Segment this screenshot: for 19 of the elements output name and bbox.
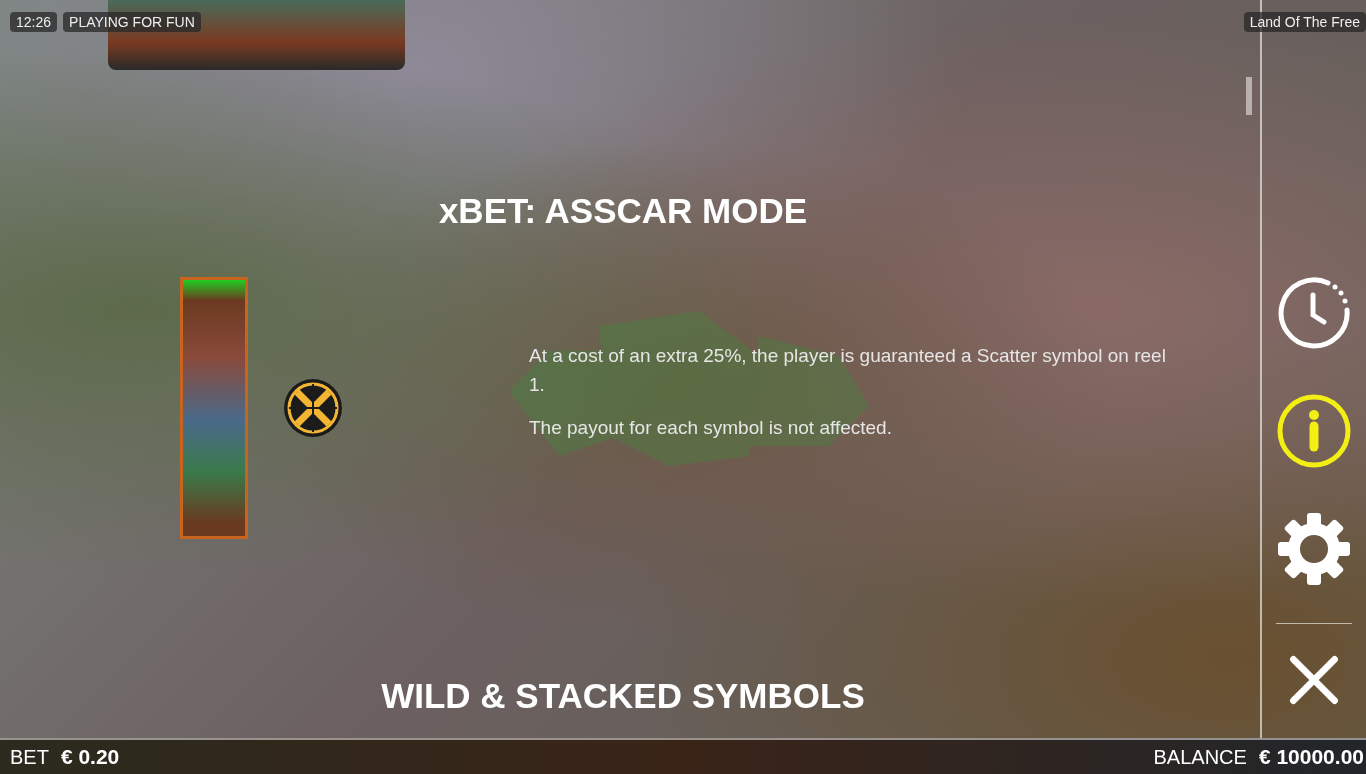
history-button[interactable] [1276, 275, 1352, 351]
bet-label: BET [10, 746, 49, 769]
settings-button[interactable] [1276, 511, 1352, 587]
section-heading: WILD & STACKED SYMBOLS [381, 676, 865, 716]
info-button[interactable] [1276, 393, 1352, 469]
clock-icon [1276, 275, 1352, 351]
clock-time: 12:26 [10, 12, 58, 32]
description-paragraph: At a cost of an extra 25%, the player is guaranteed a Scatter symbol on reel 1. [529, 343, 1167, 397]
info-icon [1276, 393, 1352, 469]
xbet-logo-icon [283, 378, 343, 438]
balance-label: BALANCE [1153, 746, 1247, 769]
bet-value: € 0.20 [60, 745, 120, 769]
settings-icon [1276, 511, 1352, 587]
game-title: Land Of The Free [1243, 12, 1366, 32]
balance-value: € 10000.00 [1258, 745, 1364, 769]
description-paragraph: The payout for each symbol is not affected. [529, 415, 893, 440]
play-mode-label: PLAYING FOR FUN [63, 12, 201, 32]
section-heading: xBET: ASSCAR MODE [438, 191, 808, 231]
scrollbar-thumb[interactable] [1246, 77, 1252, 115]
